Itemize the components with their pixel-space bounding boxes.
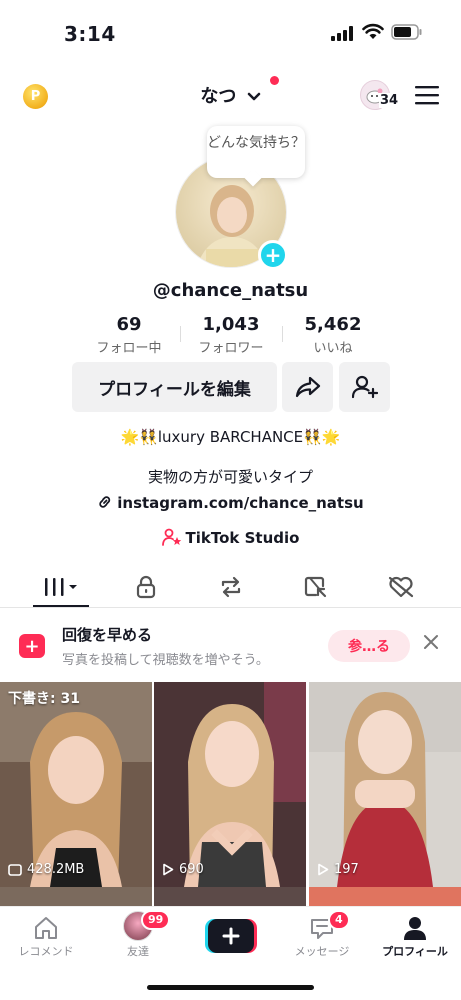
video-tile[interactable]: 197: [309, 682, 461, 887]
banner-action-button[interactable]: 参…る: [328, 630, 410, 662]
stat-label: いいね: [313, 341, 353, 356]
status-bar: 3:14: [0, 0, 461, 62]
mood-bubble[interactable]: どんな気持ち？: [207, 126, 305, 178]
view-count: 690: [179, 862, 204, 877]
tiktok-studio-link[interactable]: TikTok Studio: [0, 528, 461, 547]
status-time: 3:14: [64, 22, 116, 46]
nav-label: レコメンド: [18, 945, 74, 958]
profile-stats: 69 フォロー中 1,043 フォロワー 5,462 いいね: [78, 314, 384, 360]
home-icon: [35, 917, 57, 939]
play-icon: [163, 863, 174, 876]
tab-private[interactable]: [126, 572, 166, 602]
lock-icon: [136, 575, 156, 599]
stat-label: フォロワー: [198, 341, 264, 356]
play-icon: [318, 863, 329, 876]
notification-dot: [270, 76, 279, 85]
video-thumbnail: [154, 682, 306, 887]
video-grid: 下書き: 31 428.2MB 690 197: [0, 682, 461, 892]
grid-icon: [45, 578, 77, 596]
add-user-icon: [351, 375, 378, 399]
signal-icon: [331, 26, 353, 41]
video-stat-value: 428.2MB: [27, 862, 85, 877]
stat-label: フォロー中: [96, 341, 162, 356]
stat-number: 5,462: [304, 314, 362, 335]
profile-icon: [404, 917, 426, 940]
tagged-icon: [304, 576, 327, 598]
profile-handle: @chance_natsu: [152, 280, 309, 301]
close-icon[interactable]: [423, 634, 439, 650]
menu-icon[interactable]: [415, 85, 439, 105]
friend-count: 34: [379, 93, 400, 108]
bio-text: 実物の方が可愛いタイプ: [147, 468, 313, 486]
video-thumbnail: [309, 682, 461, 887]
create-post-button[interactable]: [205, 919, 257, 953]
banner-subtitle: 写真を投稿して視聴数を増やそう。: [62, 653, 269, 668]
nav-inbox[interactable]: メッセージ 4: [277, 910, 367, 959]
drafts-icon: [8, 863, 22, 876]
add-post-icon: +: [19, 634, 45, 658]
video-tile-partial[interactable]: [309, 887, 461, 907]
tab-videos[interactable]: [41, 572, 81, 602]
username-label: なつ: [200, 86, 237, 107]
inbox-badge: 4: [328, 910, 350, 930]
link-icon: [99, 496, 111, 508]
video-tile[interactable]: 690: [154, 682, 306, 887]
repost-icon: [221, 576, 241, 598]
nav-profile[interactable]: プロフィール: [370, 911, 460, 959]
home-indicator: [147, 985, 314, 990]
add-avatar-button[interactable]: +: [258, 240, 288, 270]
profile-link-text: instagram.com/chance_natsu: [117, 494, 364, 512]
profile-link[interactable]: instagram.com/chance_natsu: [0, 494, 461, 512]
video-stat: 690: [162, 862, 204, 877]
video-tile-partial[interactable]: [154, 887, 306, 907]
add-friend-button[interactable]: [339, 362, 390, 412]
nav-label: メッセージ: [294, 945, 350, 958]
edit-profile-button[interactable]: プロフィールを編集: [72, 362, 277, 412]
promo-banner: + 回復を早める 写真を投稿して視聴数を増やそう。 参…る: [0, 614, 461, 678]
active-tab-indicator: [33, 605, 89, 607]
stat-likes[interactable]: 5,462 いいね: [282, 314, 384, 360]
share-profile-button[interactable]: [282, 362, 333, 412]
view-count: 197: [334, 862, 359, 877]
video-thumbnail: [0, 682, 152, 887]
top-nav: P なつ 34: [0, 72, 461, 118]
tab-liked[interactable]: [381, 572, 421, 602]
video-tile-drafts[interactable]: 下書き: 31 428.2MB: [0, 682, 152, 887]
nav-label: プロフィール: [382, 945, 448, 958]
stat-number: 69: [116, 314, 142, 335]
stat-number: 1,043: [202, 314, 260, 335]
studio-label: TikTok Studio: [185, 529, 300, 547]
video-stat: 197: [317, 862, 359, 877]
friends-avatar-icon[interactable]: 34: [360, 80, 400, 110]
stat-following[interactable]: 69 フォロー中: [78, 314, 180, 360]
video-tile-partial[interactable]: [0, 887, 152, 907]
liked-icon: [388, 576, 414, 598]
banner-title: 回復を早める: [62, 626, 153, 644]
stat-followers[interactable]: 1,043 フォロワー: [180, 314, 282, 360]
battery-icon: [391, 24, 422, 40]
studio-icon: [161, 528, 181, 546]
nav-home[interactable]: レコメンド: [1, 911, 91, 959]
draft-count-label: 下書き: 31: [8, 691, 80, 707]
nav-label: 友達: [127, 945, 149, 958]
plus-icon: [205, 919, 257, 953]
tab-tagged[interactable]: [296, 572, 336, 602]
nav-friends[interactable]: 友達 99: [93, 910, 183, 959]
chevron-down-icon: [247, 92, 260, 101]
friends-badge: 99: [141, 910, 171, 930]
profile-tabs: [0, 566, 461, 608]
bio-title: 🌟👯luxury BARCHANCE👯🌟: [120, 428, 341, 446]
tab-reposts[interactable]: [211, 572, 251, 602]
share-icon: [295, 376, 320, 398]
video-stat: 428.2MB: [8, 862, 84, 877]
wifi-icon: [362, 23, 384, 39]
